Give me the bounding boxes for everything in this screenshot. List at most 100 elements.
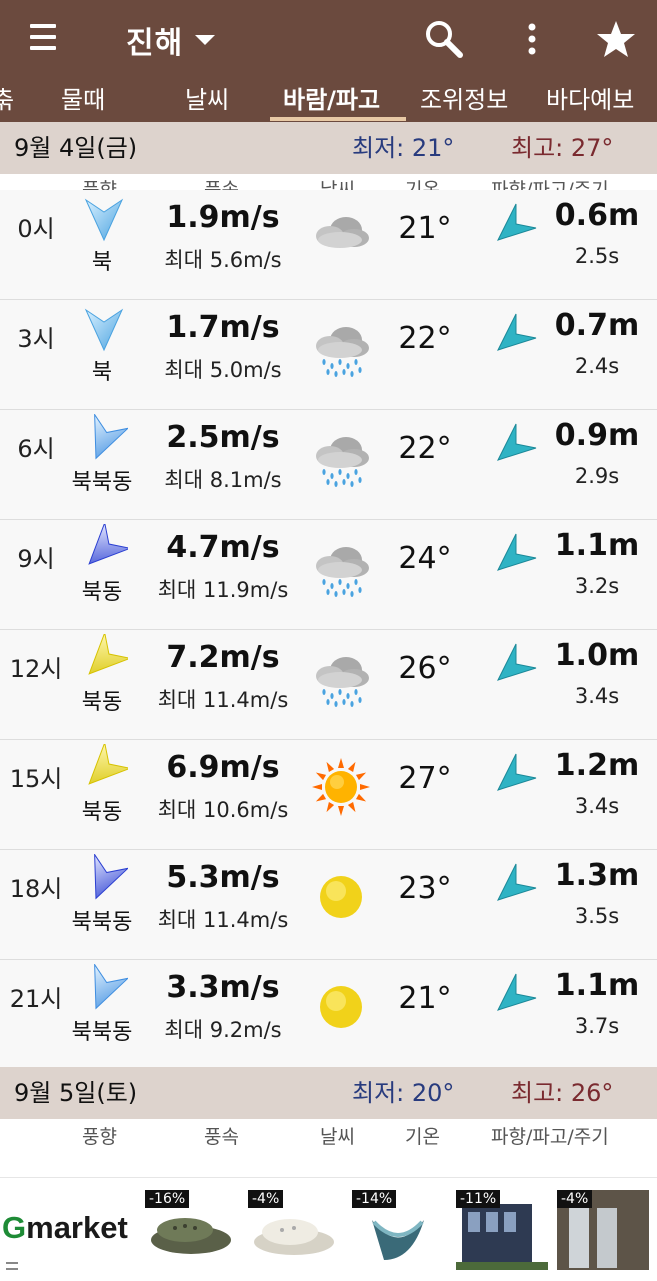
location-selector[interactable]: 진해 [126, 18, 216, 62]
wind-direction-arrow [80, 741, 132, 794]
wind-direction-arrow [80, 412, 130, 464]
wind-direction-arrow [80, 521, 132, 574]
col-weather: 날씨 [320, 1126, 355, 1148]
cloudy-icon [316, 217, 369, 248]
rain-icon [316, 657, 369, 707]
wave-period: 3.5s [574, 904, 620, 928]
forecast-row[interactable]: 12시 북동 7.2m/s 최대 11.4m/s 26° 1.0m 3.4s [0, 630, 657, 740]
wave-period: 3.2s [574, 574, 620, 598]
sunny-icon [312, 758, 370, 816]
wave-direction-arrow [494, 420, 538, 464]
wave-height: 0.7m [554, 308, 640, 343]
col-wind-dir: 풍향 [82, 1126, 117, 1148]
tab-wind-wave[interactable]: 바람/파고 [283, 78, 380, 122]
wind-direction-label: 북북동 [71, 1020, 133, 1045]
tab-tide[interactable]: 물때 [61, 78, 105, 122]
wave-period: 2.4s [574, 354, 620, 378]
wind-arrow-icon [94, 852, 130, 900]
max-wind-speed: 최대 11.9m/s [157, 578, 289, 602]
tab-tide-info[interactable]: 조위정보 [420, 78, 508, 122]
chevron-down-icon [195, 35, 216, 45]
wave-direction-arrow [494, 530, 538, 574]
wave-height: 1.1m [554, 528, 640, 563]
tab-weather[interactable]: 날씨 [185, 78, 229, 122]
wind-direction-label: 북동 [81, 580, 123, 605]
wind-speed: 2.5m/s [166, 420, 280, 455]
wave-direction-icon [497, 753, 537, 791]
rain-icon [316, 547, 369, 597]
temperature: 21° [398, 211, 452, 246]
discount-badge: -4% [557, 1190, 593, 1208]
wind-speed: 1.7m/s [166, 310, 280, 345]
wave-direction-icon [497, 313, 537, 351]
more-vert-icon[interactable] [522, 18, 542, 60]
wave-direction-arrow [494, 750, 538, 794]
weather-icon [310, 646, 372, 708]
ad-product[interactable]: -11% [456, 1190, 548, 1270]
ad-product[interactable]: -14% [352, 1190, 444, 1270]
min-temp: 최저: 21° [352, 134, 455, 162]
forecast-row[interactable]: 6시 북북동 2.5m/s 최대 8.1m/s 22° 0.9m 2.9s [0, 410, 657, 520]
tab-sea-forecast[interactable]: 바다예보 [546, 78, 634, 122]
ad-product[interactable]: -16% [145, 1190, 237, 1270]
forecast-row[interactable]: 21시 북북동 3.3m/s 최대 9.2m/s 21° 1.1m 3.7s [0, 960, 657, 1070]
ad-choices-icon[interactable] [6, 1260, 18, 1274]
tab-partial[interactable]: 춖 [0, 78, 14, 122]
weather-icon [310, 866, 372, 928]
wave-period: 2.9s [574, 464, 620, 488]
wave-height: 1.0m [554, 638, 640, 673]
max-wind-speed: 최대 11.4m/s [157, 688, 289, 712]
wind-direction-arrow [80, 194, 128, 244]
wind-direction-label: 북 [91, 250, 113, 275]
menu-icon[interactable] [30, 24, 64, 56]
wave-direction-arrow [494, 640, 538, 684]
column-header: 풍향 풍속 날씨 기온 파향/파고/주기 [0, 1121, 657, 1153]
wave-period: 2.5s [574, 244, 620, 268]
wind-arrow-icon [88, 741, 132, 785]
wind-direction-arrow [80, 962, 130, 1014]
star-icon[interactable] [595, 18, 637, 60]
day-header: 9월 5일(토) 최저: 20° 최고: 26° [0, 1067, 657, 1119]
max-temp: 최고: 27° [511, 134, 614, 162]
max-wind-speed: 최대 5.6m/s [164, 248, 282, 272]
ad-product[interactable]: -4% [248, 1190, 340, 1270]
wave-direction-icon [497, 863, 537, 901]
weather-icon [310, 426, 372, 488]
discount-badge: -11% [456, 1190, 501, 1208]
wind-arrow-icon [84, 308, 124, 352]
discount-badge: -16% [145, 1190, 190, 1208]
forecast-row[interactable]: 15시 북동 6.9m/s 최대 10.6m/s 27° 1.2m 3.4s [0, 740, 657, 850]
rain-icon [316, 437, 369, 487]
wave-period: 3.7s [574, 1014, 620, 1038]
forecast-row[interactable]: 3시 북 1.7m/s 최대 5.0m/s 22° 0.7m 2.4s [0, 300, 657, 410]
forecast-row[interactable]: 18시 북북동 5.3m/s 최대 11.4m/s 23° 1.3m 3.5s [0, 850, 657, 960]
wind-direction-label: 북 [91, 360, 113, 385]
search-icon[interactable] [423, 18, 465, 60]
weather-icon [310, 756, 372, 818]
forecast-row[interactable]: 0시 북 1.9m/s 최대 5.6m/s 21° 0.6m 2.5s [0, 190, 657, 300]
col-wave: 파향/파고/주기 [491, 1126, 609, 1148]
gmarket-logo[interactable]: Gmarket [2, 1210, 128, 1246]
ad-banner[interactable]: Gmarket -16% -4% -14% -11% -4% [0, 1177, 657, 1281]
max-wind-speed: 최대 5.0m/s [164, 358, 282, 382]
wave-height: 0.6m [554, 198, 640, 233]
wave-height: 1.2m [554, 748, 640, 783]
wave-direction-arrow [494, 860, 538, 904]
wave-direction-icon [497, 423, 537, 461]
wind-arrow-icon [94, 962, 130, 1010]
wind-arrow-icon [88, 521, 132, 565]
weather-icon [310, 206, 372, 268]
ad-product[interactable]: -4% [557, 1190, 649, 1270]
app-bar: 진해 [0, 0, 657, 78]
max-wind-speed: 최대 9.2m/s [164, 1018, 282, 1042]
wind-speed: 7.2m/s [166, 640, 280, 675]
forecast-row[interactable]: 9시 북동 4.7m/s 최대 11.9m/s 24° 1.1m 3.2s [0, 520, 657, 630]
temperature: 26° [398, 651, 452, 686]
wave-direction-arrow [494, 200, 538, 244]
day-date: 9월 5일(토) [14, 1079, 138, 1107]
rain-icon [316, 327, 369, 377]
wave-direction-arrow [494, 310, 538, 354]
wind-direction-label: 북북동 [71, 470, 133, 495]
discount-badge: -4% [248, 1190, 284, 1208]
wind-direction-label: 북동 [81, 800, 123, 825]
